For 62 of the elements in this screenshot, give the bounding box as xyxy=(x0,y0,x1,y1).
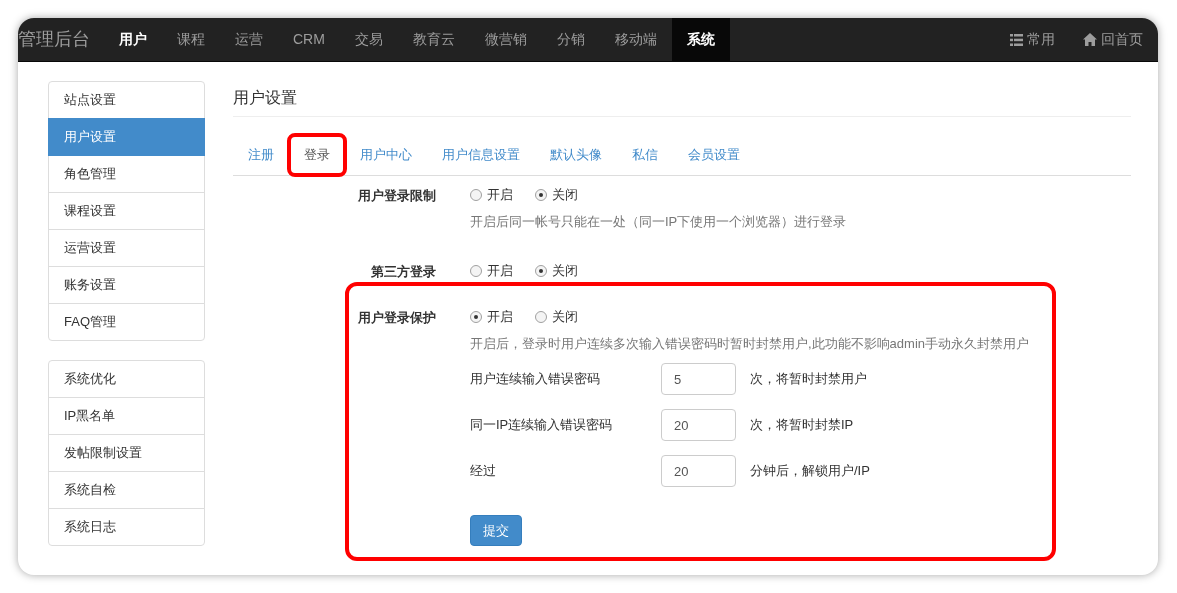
nav-item[interactable]: 分销 xyxy=(541,18,600,61)
sidebar-item[interactable]: 系统日志 xyxy=(48,508,205,546)
radio-option[interactable]: 开启 xyxy=(470,306,513,327)
radio-button[interactable] xyxy=(535,189,547,201)
nav-item[interactable]: 运营 xyxy=(220,18,278,61)
radio-option[interactable]: 关闭 xyxy=(535,185,578,205)
sidebar-item[interactable]: 系统自检 xyxy=(48,471,205,509)
help-text: 开启后，登录时用户连续多次输入错误密码时暂时封禁用户,此功能不影响admin手动永久封禁用户 xyxy=(470,334,1030,353)
radio-option[interactable]: 关闭 xyxy=(535,306,578,327)
radio-button[interactable] xyxy=(470,189,482,201)
field-label: 经过 xyxy=(470,462,497,481)
tab[interactable]: 注册 xyxy=(233,135,289,175)
radio-option[interactable]: 开启 xyxy=(470,260,513,281)
tab[interactable]: 用户信息设置 xyxy=(427,135,535,175)
sidebar-item[interactable]: FAQ管理 xyxy=(48,303,205,341)
radio-option[interactable]: 关闭 xyxy=(535,260,578,281)
number-input[interactable]: 20 xyxy=(661,409,736,441)
radio-button[interactable] xyxy=(535,310,547,323)
tab[interactable]: 默认头像 xyxy=(535,135,617,175)
nav-item[interactable]: 微营销 xyxy=(469,18,542,61)
field-label: 同一IP连续输入错误密码 xyxy=(470,416,614,435)
sidebar-item[interactable]: 运营设置 xyxy=(48,229,205,267)
number-input[interactable]: 20 xyxy=(661,455,736,487)
radio-button[interactable] xyxy=(470,310,482,323)
sidebar-item[interactable]: 课程设置 xyxy=(48,192,205,230)
tab[interactable]: 私信 xyxy=(617,135,673,175)
field-suffix: 分钟后，解锁用户/IP xyxy=(750,462,870,481)
nav-link[interactable]: 回首页 xyxy=(1069,18,1158,61)
sidebar-item[interactable]: IP黑名单 xyxy=(48,397,205,435)
radio-option[interactable]: 开启 xyxy=(470,185,513,205)
help-text: 开启后同一帐号只能在一处（同一IP下使用一个浏览器）进行登录 xyxy=(470,213,847,231)
number-input[interactable]: 5 xyxy=(661,363,736,395)
radio-button[interactable] xyxy=(535,264,547,277)
page-title: 用户设置 xyxy=(233,81,1131,117)
radio-button[interactable] xyxy=(470,264,482,277)
field-suffix: 次，将暂时封禁IP xyxy=(750,416,854,435)
sidebar-item[interactable]: 用户设置 xyxy=(48,118,205,156)
nav-link[interactable]: 常用 xyxy=(996,18,1069,61)
sidebar-item[interactable]: 发帖限制设置 xyxy=(48,434,205,472)
nav-item[interactable]: 用户 xyxy=(104,18,162,61)
field-label: 用户连续输入错误密码 xyxy=(470,370,601,389)
sidebar-item[interactable]: 站点设置 xyxy=(48,81,205,119)
sidebar-item[interactable]: 角色管理 xyxy=(48,155,205,193)
field-label: 用户登录保护 xyxy=(357,308,436,327)
tab[interactable]: 用户中心 xyxy=(345,135,427,175)
list-icon xyxy=(1010,33,1023,46)
nav-item[interactable]: 交易 xyxy=(339,18,398,61)
highlight-frame xyxy=(287,133,347,177)
submit-button[interactable]: 提交 xyxy=(470,515,522,546)
field-suffix: 次，将暂时封禁用户 xyxy=(750,370,867,389)
home-icon xyxy=(1083,33,1097,46)
brand-link[interactable]: 管理后台 xyxy=(18,18,104,61)
tab[interactable]: 会员设置 xyxy=(673,135,755,175)
nav-item[interactable]: 课程 xyxy=(162,18,220,61)
field-label: 用户登录限制 xyxy=(357,187,436,205)
nav-item[interactable]: 系统 xyxy=(671,18,730,61)
nav-item[interactable]: 移动端 xyxy=(599,18,672,61)
field-label: 第三方登录 xyxy=(370,262,436,281)
nav-item[interactable]: CRM xyxy=(278,18,340,61)
sidebar-item[interactable]: 系统优化 xyxy=(48,360,205,398)
sidebar-item[interactable]: 账务设置 xyxy=(48,266,205,304)
nav-item[interactable]: 教育云 xyxy=(397,18,470,61)
